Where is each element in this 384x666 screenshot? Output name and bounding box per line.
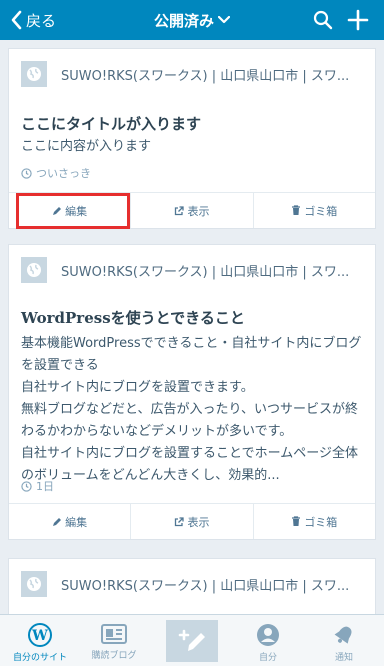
bottom-tab-bar: W 自分のサイト 購読ブログ 自分 通知 bbox=[0, 614, 384, 666]
globe-icon bbox=[27, 263, 41, 277]
site-name: SUWO!RKS(スワークス) | 山口県山口市 | スワ... bbox=[61, 578, 350, 594]
external-link-icon bbox=[175, 205, 185, 215]
view-label: 表示 bbox=[187, 204, 210, 218]
user-avatar-icon bbox=[257, 624, 279, 646]
excerpt-line: 基本機能WordPressでできること・自社サイト内にブログ bbox=[21, 336, 362, 351]
trash-button[interactable]: ゴミ箱 bbox=[254, 193, 375, 228]
plus-icon[interactable] bbox=[347, 9, 369, 31]
post-excerpt: 基本機能WordPressでできること・自社サイト内にブログ を設置できる 自社… bbox=[21, 333, 363, 487]
trash-icon bbox=[292, 516, 301, 526]
site-icon bbox=[21, 61, 47, 87]
excerpt-line: 無料ブログなどだと、広告が入ったり、いつサービスが終 bbox=[21, 402, 358, 417]
pencil-icon bbox=[53, 517, 62, 526]
trash-label: ゴミ箱 bbox=[304, 204, 338, 218]
post-time-label: ついさっき bbox=[36, 167, 91, 180]
site-name: SUWO!RKS(スワークス) | 山口県山口市 | スワ... bbox=[61, 264, 350, 280]
post-time: 1日 bbox=[21, 478, 54, 494]
post-title[interactable]: ここにタイトルが入ります bbox=[21, 113, 201, 134]
write-post-button[interactable] bbox=[166, 620, 218, 662]
excerpt-line: ここに内容が入ります bbox=[21, 139, 152, 154]
view-button[interactable]: 表示 bbox=[131, 193, 254, 228]
site-icon bbox=[21, 571, 47, 597]
trash-button[interactable]: ゴミ箱 bbox=[254, 504, 375, 539]
tab-my-sites[interactable]: W 自分のサイト bbox=[2, 615, 78, 666]
post-card[interactable]: SUWO!RKS(スワークス) | 山口県山口市 | スワ... WordPre… bbox=[8, 244, 376, 540]
search-icon[interactable] bbox=[313, 10, 333, 30]
edit-label: 編集 bbox=[65, 515, 88, 529]
reader-icon bbox=[101, 624, 127, 644]
excerpt-line: 自社サイト内にブログを設置できます。 bbox=[21, 380, 254, 395]
excerpt-line: 自社サイト内にブログを設置することでホームページ全体 bbox=[21, 446, 358, 461]
chevron-down-icon bbox=[218, 16, 230, 24]
site-icon bbox=[21, 257, 47, 283]
wordpress-icon: W bbox=[28, 623, 52, 647]
tab-notifications[interactable]: 通知 bbox=[306, 615, 382, 666]
globe-icon bbox=[27, 577, 41, 591]
tab-me[interactable]: 自分 bbox=[230, 615, 306, 666]
tab-label: 自分 bbox=[258, 653, 277, 663]
edit-button[interactable]: 編集 bbox=[9, 504, 132, 539]
svg-text:W: W bbox=[31, 628, 48, 644]
tab-label: 購読ブログ bbox=[91, 651, 137, 661]
tab-reader[interactable]: 購読ブログ bbox=[76, 615, 152, 666]
post-card-header: SUWO!RKS(スワークス) | 山口県山口市 | スワ... bbox=[21, 257, 375, 283]
post-time-label: 1日 bbox=[36, 480, 54, 493]
clock-icon bbox=[21, 480, 32, 492]
edit-highlight-annotation bbox=[16, 193, 130, 229]
clock-icon bbox=[21, 167, 32, 179]
post-card-header: SUWO!RKS(スワークス) | 山口県山口市 | スワ... bbox=[21, 571, 375, 597]
back-button[interactable]: 戻る bbox=[10, 0, 56, 40]
trash-icon bbox=[292, 205, 301, 215]
globe-icon bbox=[27, 67, 41, 81]
write-icon bbox=[178, 629, 205, 651]
excerpt-line: を設置できる bbox=[21, 358, 99, 373]
chevron-left-icon bbox=[11, 10, 22, 30]
post-title[interactable]: WordPressを使うとできること bbox=[21, 307, 245, 328]
view-button[interactable]: 表示 bbox=[131, 504, 254, 539]
top-app-bar: 戻る 公開済み bbox=[0, 0, 384, 40]
back-label: 戻る bbox=[26, 11, 57, 30]
site-name: SUWO!RKS(スワークス) | 山口県山口市 | スワ... bbox=[61, 68, 350, 84]
post-excerpt: ここに内容が入ります bbox=[21, 136, 363, 158]
post-actions: 編集 表示 ゴミ箱 bbox=[9, 503, 375, 539]
excerpt-line: わるかわからないなどデメリットが多いです。 bbox=[21, 424, 293, 439]
tab-label: 通知 bbox=[334, 653, 353, 663]
excerpt-line: のボリュームをどんどん大きくし、効果的... bbox=[21, 468, 280, 483]
view-label: 表示 bbox=[187, 515, 210, 529]
post-time: ついさっき bbox=[21, 165, 91, 181]
external-link-icon bbox=[175, 516, 185, 526]
trash-label: ゴミ箱 bbox=[304, 515, 338, 529]
page-title: 公開済み bbox=[153, 11, 214, 30]
bell-icon bbox=[334, 626, 352, 644]
post-card-header: SUWO!RKS(スワークス) | 山口県山口市 | スワ... bbox=[21, 61, 375, 87]
tab-label: 自分のサイト bbox=[12, 653, 67, 663]
